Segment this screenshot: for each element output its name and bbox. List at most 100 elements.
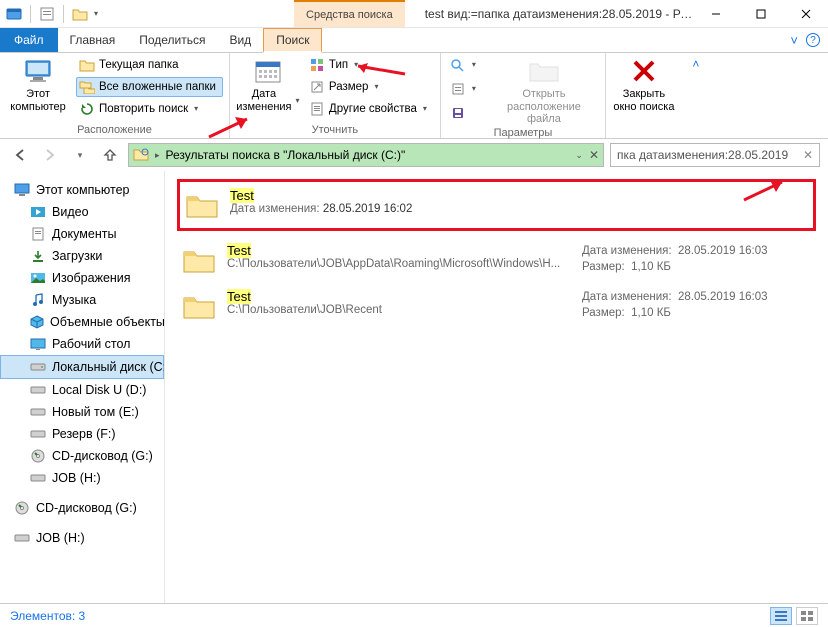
explorer-icon — [6, 6, 22, 22]
titlebar: ▾ Средства поиска test вид:=папка датаиз… — [0, 0, 828, 28]
open-file-location-button: Открыть расположение файла — [489, 55, 599, 126]
tree-downloads[interactable]: Загрузки — [0, 245, 164, 267]
advanced-options-button[interactable]: ▾ — [447, 79, 483, 99]
tree-desktop[interactable]: Рабочий стол — [0, 333, 164, 355]
minimize-ribbon-icon[interactable]: ˅ — [790, 33, 798, 48]
date-modified-button[interactable]: Дата изменения▾ — [236, 55, 300, 113]
chevron-down-icon: ▾ — [472, 84, 476, 94]
tree-new-volume-e[interactable]: Новый том (E:) — [0, 401, 164, 423]
contextual-tab-header: Средства поиска — [294, 0, 405, 27]
search-text: пка датаизменения:28.05.2019 — [617, 148, 797, 162]
result-subtext: Дата изменения: 28.05.2019 16:02 — [230, 203, 809, 215]
address-bar[interactable]: ▸ Результаты поиска в "Локальный диск (C… — [128, 143, 604, 167]
tree-label: Объемные объекты — [50, 315, 165, 329]
document-icon — [30, 226, 46, 242]
tree-3d-objects[interactable]: Объемные объекты — [0, 311, 164, 333]
save-search-button[interactable] — [447, 103, 483, 123]
tab-file[interactable]: Файл — [0, 28, 58, 52]
window-title: test вид:=папка датаизменения:28.05.2019… — [405, 7, 693, 21]
result-item[interactable]: Test C:\Пользователи\JOB\AppData\Roaming… — [177, 237, 816, 283]
computer-icon — [22, 57, 54, 85]
all-subfolders-label: Все вложенные папки — [99, 80, 216, 95]
chevron-down-icon: ▾ — [423, 104, 427, 114]
result-item[interactable]: Test Дата изменения: 28.05.2019 16:02 — [177, 179, 816, 231]
tree-this-pc[interactable]: Этот компьютер — [0, 179, 164, 201]
tree-label: JOB (H:) — [36, 531, 85, 545]
close-search-button[interactable]: Закрыть окно поиска — [612, 55, 676, 113]
minimize-button[interactable] — [693, 0, 738, 27]
tree-label: Локальный диск (C:) — [52, 360, 165, 374]
tree-label: Музыка — [52, 293, 96, 307]
maximize-button[interactable] — [738, 0, 783, 27]
breadcrumb[interactable]: Результаты поиска в "Локальный диск (C:)… — [166, 148, 406, 162]
tree-cd-drive-g-2[interactable]: CD-дисковод (G:) — [0, 497, 164, 519]
disc-icon — [30, 448, 46, 464]
chevron-down-icon: ▾ — [374, 82, 378, 92]
chevron-down-icon: ▾ — [296, 96, 300, 105]
tree-job-h[interactable]: JOB (H:) — [0, 467, 164, 489]
recent-searches-button[interactable]: ▾ — [447, 55, 483, 75]
ribbon-tabs: Файл Главная Поделиться Вид Поиск ˅ ? — [0, 28, 828, 53]
results-list: Test Дата изменения: 28.05.2019 16:02 Te… — [165, 171, 828, 603]
drive-icon — [30, 382, 46, 398]
current-folder-button[interactable]: Текущая папка — [76, 55, 223, 75]
search-input[interactable]: пка датаизменения:28.05.2019 ✕ — [610, 143, 820, 167]
result-name: Test — [227, 289, 572, 304]
tree-cd-drive-g[interactable]: CD-дисковод (G:) — [0, 445, 164, 467]
collapse-ribbon-icon[interactable]: ˄ — [682, 53, 710, 138]
tree-reserve-f[interactable]: Резерв (F:) — [0, 423, 164, 445]
stop-icon[interactable]: ✕ — [589, 148, 599, 162]
result-item[interactable]: Test C:\Пользователи\JOB\Recent Дата изм… — [177, 283, 816, 329]
back-button[interactable] — [8, 143, 32, 167]
tab-share[interactable]: Поделиться — [127, 28, 217, 52]
folder-icon — [181, 289, 217, 323]
tree-local-disk-u[interactable]: Local Disk U (D:) — [0, 379, 164, 401]
tree-label: JOB (H:) — [52, 471, 101, 485]
result-name: Test — [227, 243, 572, 258]
tree-label: Видео — [52, 205, 89, 219]
chevron-down-icon: ▾ — [354, 60, 358, 70]
group-label-empty — [612, 135, 676, 138]
chevron-down-icon[interactable]: ⌄ — [575, 150, 583, 161]
close-button[interactable] — [783, 0, 828, 27]
tree-documents[interactable]: Документы — [0, 223, 164, 245]
separator — [30, 5, 31, 23]
tree-pictures[interactable]: Изображения — [0, 267, 164, 289]
drive-icon — [30, 470, 46, 486]
clear-search-icon[interactable]: ✕ — [803, 148, 813, 162]
up-button[interactable] — [98, 143, 122, 167]
ribbon-group-refine: Дата изменения▾ Тип ▾ Размер ▾ Другие св… — [230, 53, 441, 138]
this-computer-button[interactable]: Этот компьютер — [6, 55, 70, 113]
type-icon — [309, 57, 325, 73]
ribbon-group-location: Этот компьютер Текущая папка Все вложенн… — [0, 53, 230, 138]
tree-label: Новый том (E:) — [52, 405, 139, 419]
search-again-button[interactable]: Повторить поиск ▾ — [76, 99, 223, 119]
tab-search[interactable]: Поиск — [263, 28, 322, 53]
recent-locations-button[interactable]: ▾ — [68, 143, 92, 167]
view-details-button[interactable] — [770, 607, 792, 625]
all-subfolders-button[interactable]: Все вложенные папки — [76, 77, 223, 97]
tree-local-disk-c[interactable]: Локальный диск (C:) — [0, 355, 164, 379]
cube-icon — [30, 314, 44, 330]
tab-view[interactable]: Вид — [217, 28, 263, 52]
result-path: C:\Пользователи\JOB\Recent — [227, 304, 572, 316]
new-folder-icon[interactable] — [72, 6, 88, 22]
current-folder-label: Текущая папка — [99, 58, 179, 73]
size-button[interactable]: Размер ▾ — [306, 77, 434, 97]
help-icon[interactable]: ? — [806, 33, 820, 47]
tree-videos[interactable]: Видео — [0, 201, 164, 223]
tree-job-h-2[interactable]: JOB (H:) — [0, 527, 164, 549]
close-search-label: Закрыть окно поиска — [613, 88, 674, 113]
result-meta: Дата изменения: 28.05.2019 16:03 Размер:… — [582, 243, 812, 275]
properties-icon[interactable] — [39, 6, 55, 22]
tree-music[interactable]: Музыка — [0, 289, 164, 311]
tab-home[interactable]: Главная — [58, 28, 128, 52]
computer-icon — [14, 182, 30, 198]
search-result-icon — [133, 147, 149, 163]
qat-menu-caret[interactable]: ▾ — [94, 9, 98, 18]
save-icon — [450, 105, 466, 121]
view-large-icons-button[interactable] — [796, 607, 818, 625]
music-icon — [30, 292, 46, 308]
other-properties-button[interactable]: Другие свойства ▾ — [306, 99, 434, 119]
type-button[interactable]: Тип ▾ — [306, 55, 434, 75]
